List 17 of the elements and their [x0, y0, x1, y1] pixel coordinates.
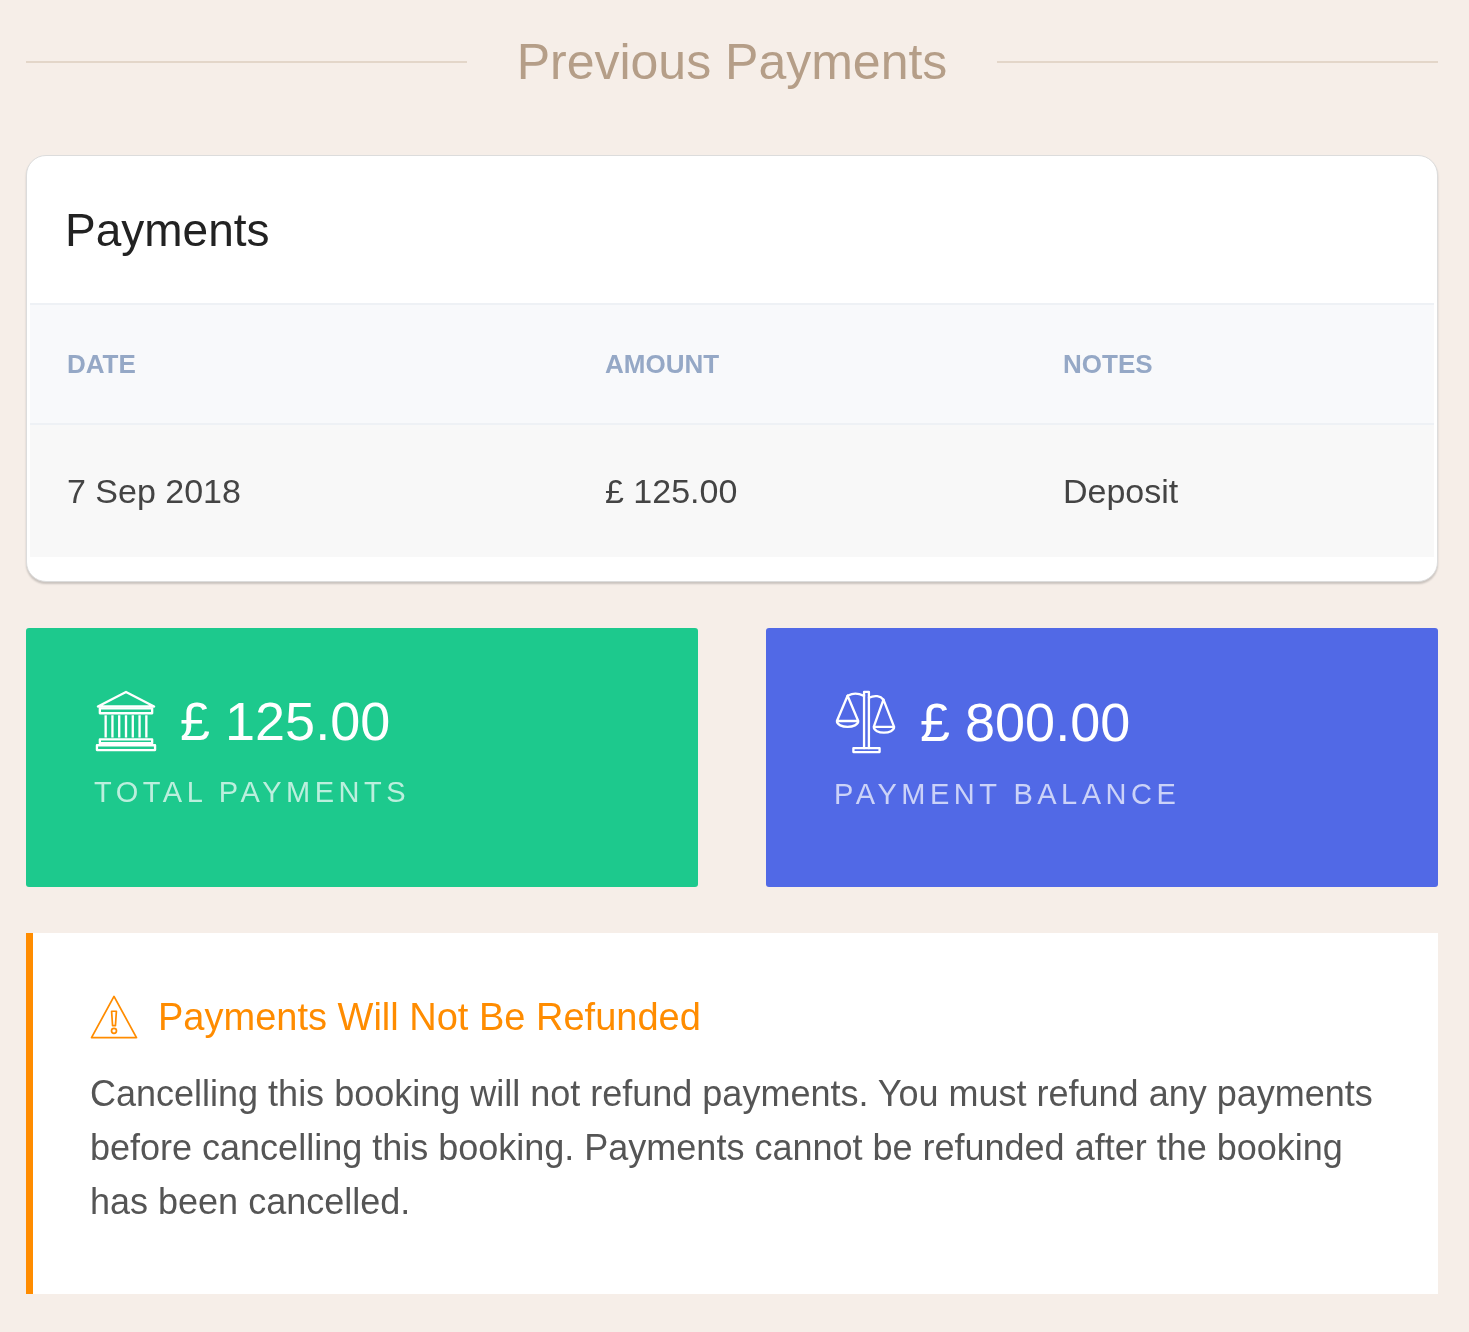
warning-icon	[90, 995, 138, 1039]
card-title: Payments	[65, 202, 270, 257]
stat-amount: £ 800.00	[920, 691, 1131, 753]
section-title: Previous Payments	[515, 33, 949, 91]
column-header: AMOUNT	[568, 305, 1026, 424]
stat-amount: £ 125.00	[180, 690, 391, 752]
scale-icon	[834, 690, 898, 754]
alert-title: Payments Will Not Be Refunded	[158, 995, 701, 1039]
column-header: DATE	[30, 305, 568, 424]
bank-icon	[94, 690, 158, 752]
table-cell: 7 Sep 2018	[30, 424, 568, 557]
stat-label: PAYMENT BALANCE	[834, 778, 1181, 811]
table-cell: £ 125.00	[568, 424, 1026, 557]
stat-label: TOTAL PAYMENTS	[94, 776, 410, 809]
table-cell: Deposit	[1026, 424, 1434, 557]
alert-message: Cancelling this booking will not refund payments. You must refund any payments before cancelling this booking. Payments cannot be refunded after the booking has been cancelled.	[90, 1072, 1374, 1224]
column-header: NOTES	[1026, 305, 1434, 424]
